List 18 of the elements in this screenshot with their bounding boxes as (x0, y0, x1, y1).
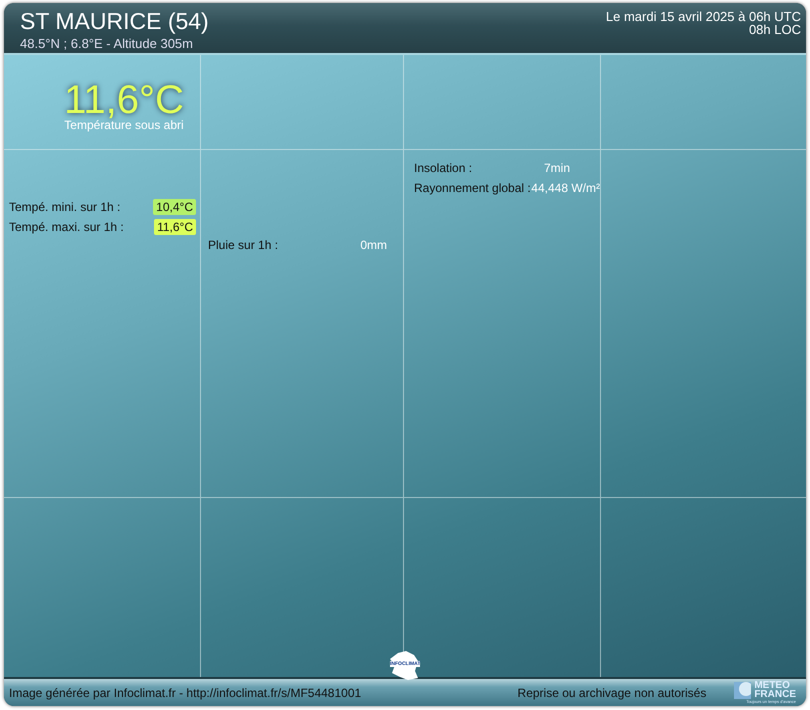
sun-value: 7min (544, 161, 570, 175)
temperature-badge: 10,4°C (153, 199, 196, 215)
local-time: 08h LOC (748, 23, 801, 36)
extreme-label: Tempé. maxi. sur 1h : (9, 220, 124, 234)
sun-label: Rayonnement global : (414, 181, 532, 195)
station-coordinates: 48.5°N ; 6.8°E - Altitude 305m (20, 36, 194, 51)
rain-label: Pluie sur 1h : (208, 238, 278, 252)
extreme-label: Tempé. mini. sur 1h : (9, 200, 120, 214)
sun-value: 44,448 W/m² (531, 181, 600, 195)
credit-text: Image générée par Infoclimat.fr - http://infoclimat.fr/s/MF54481001 (9, 686, 362, 700)
temperature-value: 11,6°C (64, 79, 184, 121)
rain-value: 0mm (360, 238, 387, 252)
observation-date: Le mardi 15 avril 2025 à 06h UTC (606, 10, 801, 23)
station-title: ST MAURICE (54) (20, 9, 209, 33)
notice-text: Reprise ou archivage non autorisés (518, 686, 706, 700)
sun-label: Insolation : (414, 161, 474, 175)
temperature-label: Température sous abri (64, 118, 184, 132)
temperature-badge: 11,6°C (154, 219, 196, 235)
